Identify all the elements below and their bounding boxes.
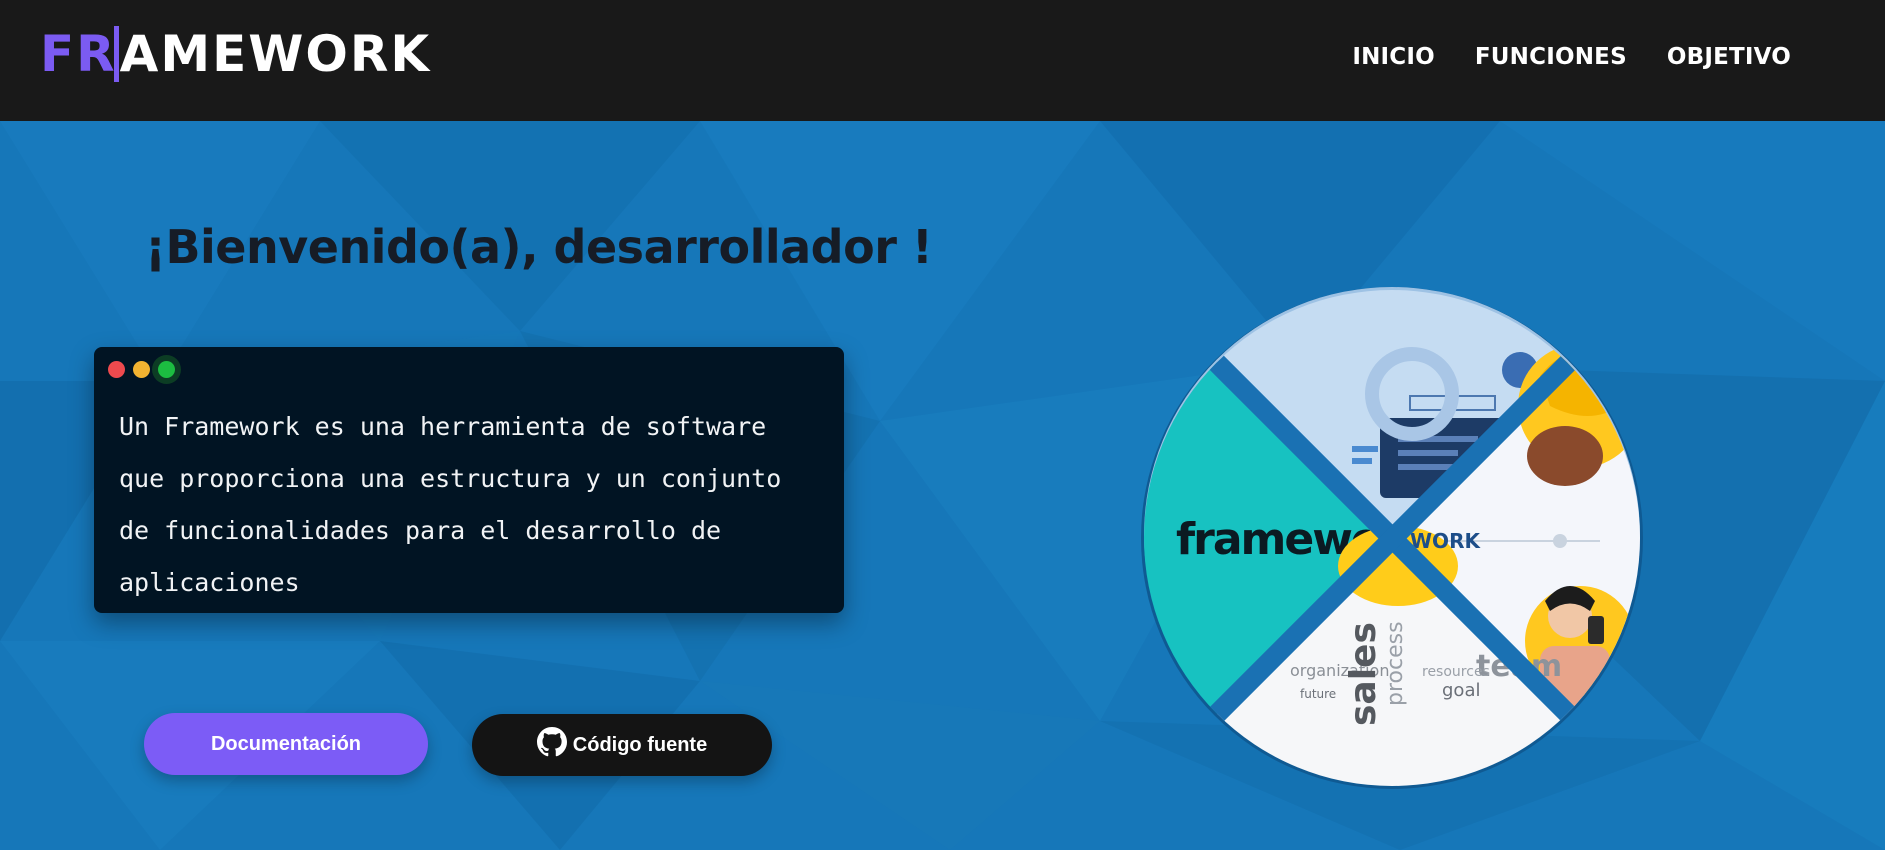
- illustration-word: sales: [1343, 622, 1384, 726]
- terminal-window: Un Framework es una herramienta de softw…: [94, 347, 844, 613]
- logo-rest: AMEWORK: [119, 25, 432, 83]
- terminal-line: aplicaciones: [119, 568, 300, 597]
- hero-section: ¡Bienvenido(a), desarrollador ! Un Frame…: [0, 121, 1885, 850]
- source-code-button-label: Código fuente: [572, 733, 708, 756]
- documentation-button-label: Documentación: [210, 732, 362, 755]
- terminal-text: Un Framework es una herramienta de softw…: [119, 401, 781, 609]
- terminal-line: que proporciona una estructura y un conj…: [119, 464, 782, 493]
- terminal-line: de funcionalidades para el desarrollo de: [119, 516, 722, 545]
- illustration-word: future: [1300, 687, 1336, 701]
- source-code-button[interactable]: Código fuente: [472, 714, 772, 776]
- illustration-word: resources: [1422, 664, 1490, 680]
- illustration-word: goal: [1442, 680, 1480, 701]
- hero-title: ¡Bienvenido(a), desarrollador !: [145, 220, 933, 274]
- navbar: FR AMEWORK INICIO FUNCIONES OBJETIVO: [0, 0, 1885, 121]
- nav-link-funciones[interactable]: FUNCIONES: [1475, 44, 1627, 70]
- window-controls: [108, 361, 175, 378]
- illustration-partial-label: WORK: [1410, 529, 1481, 553]
- close-dot-icon[interactable]: [108, 361, 125, 378]
- nav-links: INICIO FUNCIONES OBJETIVO: [1352, 44, 1791, 70]
- nav-link-objetivo[interactable]: OBJETIVO: [1667, 44, 1791, 70]
- nav-link-inicio[interactable]: INICIO: [1352, 44, 1435, 70]
- terminal-line: Un Framework es una herramienta de softw…: [119, 412, 767, 441]
- documentation-button[interactable]: Documentación: [144, 713, 428, 775]
- minimize-dot-icon[interactable]: [133, 361, 150, 378]
- illustration-word: process: [1383, 621, 1408, 706]
- framework-illustration: framework WORK organization sales proces…: [1141, 287, 1643, 789]
- logo-accent: FR: [40, 25, 117, 83]
- logo[interactable]: FR AMEWORK: [40, 25, 432, 83]
- github-icon: [536, 727, 567, 757]
- maximize-dot-icon[interactable]: [158, 361, 175, 378]
